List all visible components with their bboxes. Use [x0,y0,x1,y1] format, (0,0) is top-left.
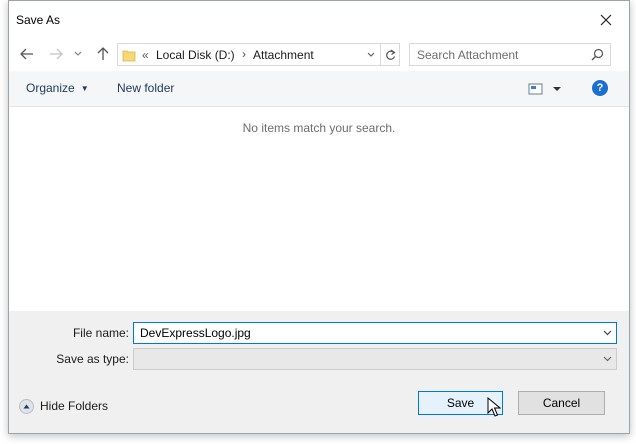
address-segment-local-disk[interactable]: Local Disk (D:) [156,48,235,62]
hide-folders-label: Hide Folders [40,399,109,413]
save-as-type-select[interactable] [133,348,617,370]
up-button[interactable] [92,43,114,65]
bottom-panel: File name: Save as type: Hide Folders [9,311,629,433]
save-as-type-dropdown-button[interactable] [598,349,616,369]
organize-dropdown-icon: ▼ [80,84,89,93]
save-as-type-label: Save as type: [56,352,129,366]
dropdown-icon [367,52,375,57]
organize-label: Organize [26,81,75,95]
search-icon[interactable] [591,48,604,61]
forward-arrow-icon [50,48,63,60]
file-name-label: File name: [72,326,129,340]
folder-icon [122,50,136,62]
window-title: Save As [16,13,61,27]
address-overflow[interactable]: « [142,48,149,62]
search-placeholder[interactable]: Search Attachment [417,48,518,62]
file-name-combobox[interactable] [133,322,617,344]
address-segment-attachment[interactable]: Attachment [253,48,314,62]
search-box[interactable]: Search Attachment [409,43,611,66]
help-button[interactable]: ? [592,80,608,96]
collapse-icon [19,398,34,414]
recent-locations-button[interactable] [71,43,85,65]
help-icon: ? [596,82,604,94]
recent-chevron-icon [74,51,82,56]
close-icon [600,14,612,26]
address-dropdown-button[interactable] [362,44,380,65]
new-folder-button[interactable]: New folder [117,81,174,95]
save-as-dialog: Save As « Local Disk (D:) › Attachment S… [8,0,630,434]
command-toolbar: Organize ▼ New folder ? [9,71,629,107]
back-arrow-icon [20,48,33,60]
forward-button[interactable] [45,43,67,65]
file-name-field[interactable] [134,323,602,343]
file-name-dropdown-button[interactable] [598,323,616,343]
change-view-button[interactable] [527,79,567,99]
chevron-down-icon [603,356,611,362]
cancel-button[interactable]: Cancel [518,391,605,415]
refresh-button[interactable] [380,44,400,65]
back-button[interactable] [16,43,38,65]
up-arrow-icon [97,47,109,60]
chevron-right-icon[interactable]: › [242,47,246,61]
refresh-icon [386,49,396,60]
organize-menu[interactable]: Organize ▼ [26,81,89,95]
mouse-cursor-icon [487,397,501,417]
title-bar: Save As [9,1,629,39]
close-button[interactable] [583,1,629,39]
view-icon [528,83,561,95]
address-bar[interactable]: « Local Disk (D:) › Attachment [117,43,400,66]
chevron-down-icon [603,330,611,336]
file-list-area[interactable]: No items match your search. [9,107,629,311]
hide-folders-toggle[interactable]: Hide Folders [19,397,108,415]
navigation-bar: « Local Disk (D:) › Attachment Search At… [9,39,629,71]
empty-message: No items match your search. [242,121,396,135]
